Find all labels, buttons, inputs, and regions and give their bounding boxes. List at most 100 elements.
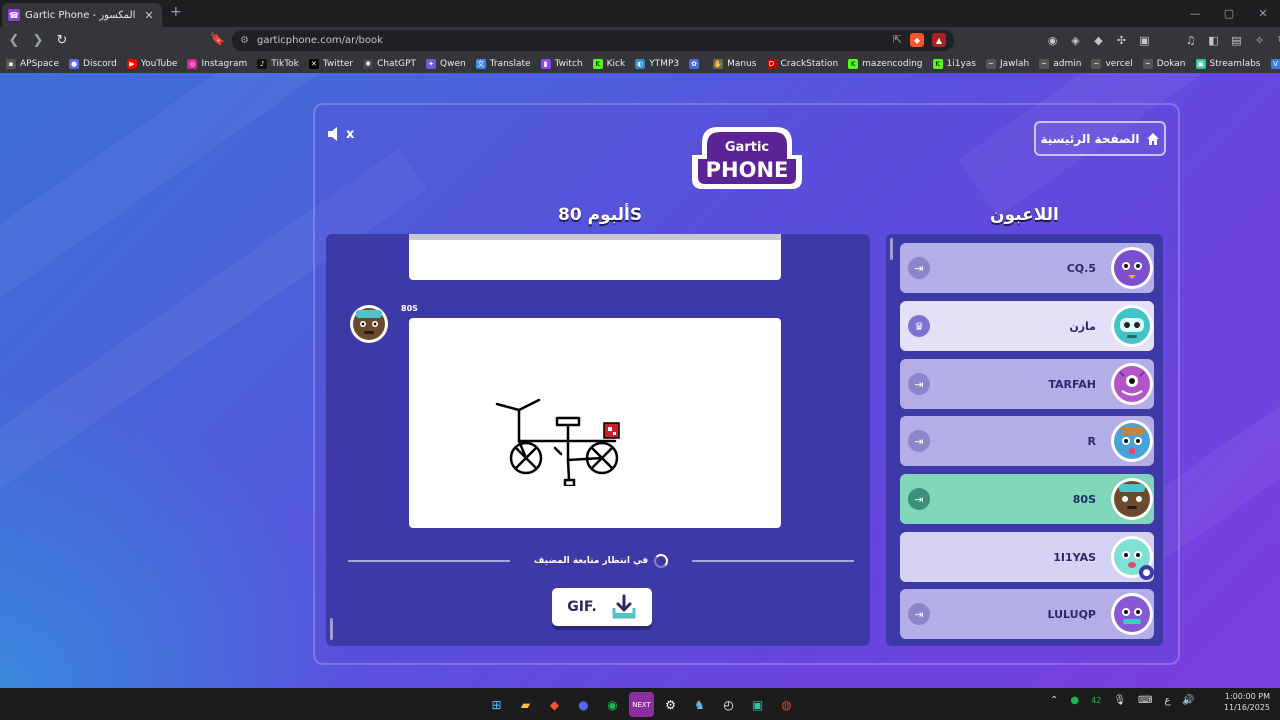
maximize-icon[interactable]: ▢ [1212,0,1246,27]
tray-badge[interactable]: 42 [1091,696,1101,705]
close-window-icon[interactable]: ✕ [1246,0,1280,27]
player-row[interactable]: ⇥ LULUQP [900,589,1154,639]
player-avatar [1111,363,1153,405]
language-indicator[interactable]: ع [1164,695,1170,706]
volume-icon[interactable]: 🔊 [1182,695,1194,706]
bookmark-item[interactable]: K Kick [592,58,625,69]
extension-icon[interactable]: ◆ [1090,32,1107,49]
wallet-icon[interactable]: ▤ [1228,32,1245,49]
bookmark-item[interactable]: ~ Jawlah [985,58,1029,69]
bookmark-item[interactable]: ~ Dokan [1142,58,1186,69]
tray-overflow-icon[interactable]: ⌃ [1050,695,1058,706]
share-icon[interactable]: ⇱ [893,33,902,46]
bookmark-item[interactable]: ▶ YouTube [126,58,177,69]
players-panel: ⇥ CQ.5 ♛ مازن ⇥ TARFAH ⇥ R ⇥ 80S 1I1YAS … [886,234,1163,646]
bookmark-item[interactable]: ▣ Streamlabs [1195,58,1261,69]
clock[interactable]: 1:00:00 PM 11/16/2025 [1222,691,1270,713]
spotify-icon[interactable]: ◉ [600,692,625,717]
kick-icon: K [592,58,603,69]
status-dot-icon: ● [1070,695,1080,706]
site-info-icon[interactable]: ⚙ [240,35,249,46]
bookmark-item[interactable]: ✿ [689,58,703,69]
puzzle-icon[interactable]: ✣ [1113,32,1130,49]
sidebar-icon[interactable]: ◧ [1205,32,1222,49]
download-gif-button[interactable]: GIF. [552,588,652,626]
speaker-icon [328,127,337,141]
drawing-card [409,318,781,528]
bookmark-item[interactable]: ✺ ChatGPT [363,58,416,69]
kick-player-icon[interactable]: ⇥ [908,603,930,625]
bookmark-item[interactable]: Kmazencoding [848,58,923,69]
bookmark-item[interactable]: ▪ APSpace [6,58,59,69]
mute-button[interactable]: x [326,125,354,143]
bookmark-item[interactable]: ~ vercel [1091,58,1133,69]
home-button-label: الصفحة الرئيسية [1040,131,1140,146]
bookmark-icon[interactable]: 🔖 [210,32,225,46]
extension-icon[interactable]: ▣ [1136,32,1153,49]
forward-icon[interactable]: ❯ [28,33,48,48]
player-row[interactable]: 1I1YAS ● [900,532,1154,582]
nextjs-app-icon[interactable]: NEXT [629,692,654,717]
bookmark-item[interactable]: ◎ Instagram [187,58,247,69]
keyboard-icon[interactable]: ⌨ [1138,695,1152,706]
bookmark-favicon-icon: ▪ [6,58,16,69]
album-scrollbar[interactable] [330,618,333,640]
chrome-icon[interactable]: ◍ [774,692,799,717]
player-row[interactable]: ⇥ CQ.5 [900,243,1154,293]
steam-icon[interactable]: ⚙ [658,692,683,717]
gartic-phone-logo: Gartic PHONE [692,127,802,189]
player-row[interactable]: ⇥ TARFAH [900,359,1154,409]
clock-app-icon[interactable]: ◴ [716,692,741,717]
browser-tab[interactable]: ☎ Gartic Phone - لعبة الهاتف المكسور ✕ [2,3,162,27]
bookmark-item[interactable]: ♪ TikTok [257,58,299,69]
clock-date: 11/16/2025 [1223,703,1270,712]
app-icon[interactable]: ▣ [745,692,770,717]
album-title: ألبوم 80S [558,205,643,225]
home-button[interactable]: الصفحة الرئيسية [1034,121,1166,156]
qwen-icon: ✦ [426,58,436,69]
kick-player-icon[interactable]: ⇥ [908,430,930,452]
brave-icon[interactable]: ◆ [542,692,567,717]
bookmark-item[interactable]: D CrackStation [766,58,838,69]
brave-rewards-icon[interactable]: ▲ [932,33,946,47]
bookmark-item[interactable]: ◐ YTMP3 [635,58,679,69]
new-tab-button[interactable]: + [170,4,182,20]
bookmark-item[interactable]: Vvectorizer [1270,58,1280,69]
address-bar[interactable]: ⚙ garticphone.com/ar/book ⇱ ◆ ▲ [232,30,954,51]
back-icon[interactable]: ❮ [4,33,24,48]
bookmark-item[interactable]: ~ admin [1039,58,1081,69]
kick-player-icon[interactable]: ⇥ [908,373,930,395]
player-avatar [1111,305,1153,347]
logo-top-text: Gartic [725,140,769,155]
steam-alt-icon[interactable]: ♞ [687,692,712,717]
kick-player-icon[interactable]: ⇥ [908,257,930,279]
player-row[interactable]: ⇥ R [900,416,1154,466]
window-controls: — ▢ ✕ [1178,0,1280,27]
player-row[interactable]: ♛ مازن [900,301,1154,351]
extension-icon[interactable]: ◉ [1044,32,1061,49]
reload-icon[interactable]: ↻ [52,33,72,48]
close-tab-icon[interactable]: ✕ [142,9,156,22]
extension-icon[interactable]: ◈ [1067,32,1084,49]
windows-start-icon[interactable]: ⊞ [484,692,509,717]
bookmark-item[interactable]: 文 Translate [475,58,531,69]
microphone-icon[interactable]: 🎙 [1113,695,1126,706]
minimize-icon[interactable]: — [1178,0,1212,27]
file-explorer-icon[interactable]: ▰ [513,692,538,717]
crackstation-icon: D [766,58,777,69]
bookmark-item[interactable]: ✕ Twitter [308,58,353,69]
discord-icon[interactable]: ● [571,692,596,717]
bookmark-item[interactable]: ▮ Twitch [540,58,583,69]
player-row[interactable]: ⇥ 80S [900,474,1154,524]
bookmark-item[interactable]: ✋ Manus [713,58,757,69]
leo-ai-icon[interactable]: ✧ [1251,32,1268,49]
players-scrollbar[interactable] [890,238,893,260]
bookmark-item[interactable]: ● Discord [69,58,117,69]
vpn-icon[interactable]: ⛨ [1274,32,1280,49]
bookmark-item[interactable]: K 1i1yas [932,58,976,69]
kick-player-icon[interactable]: ⇥ [908,488,930,510]
bookmark-item[interactable]: ✦ Qwen [426,58,466,69]
brave-shields-icon[interactable]: ◆ [910,33,924,47]
vectorizer-icon: V [1270,58,1280,69]
media-icon[interactable]: ♫ [1182,32,1199,49]
